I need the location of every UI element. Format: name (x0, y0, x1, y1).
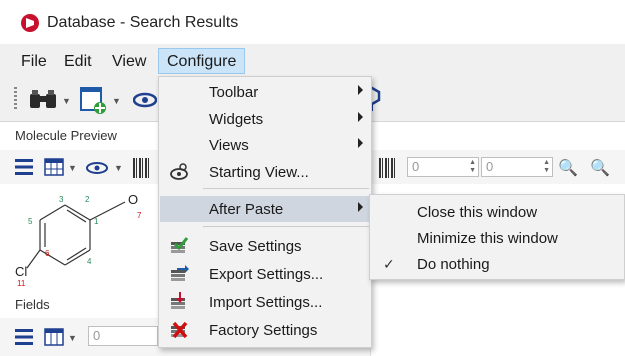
menu-item-import-settings[interactable]: Import Settings... (160, 289, 370, 315)
after-paste-submenu: Close this window Minimize this window ✓… (369, 194, 625, 280)
chevron-right-icon (358, 138, 363, 148)
save-settings-icon (171, 237, 189, 253)
zoom-disabled-icon: 🔍 (590, 160, 610, 177)
menu-view[interactable]: View (112, 53, 146, 71)
menu-file[interactable]: File (21, 53, 47, 71)
submenu-item-do-nothing[interactable]: ✓ Do nothing (371, 251, 623, 277)
menu-item-save-settings[interactable]: Save Settings (160, 233, 370, 259)
menu-item-export-settings[interactable]: Export Settings... (160, 261, 370, 287)
oxygen-atom-label: O (128, 192, 138, 207)
table-grid-icon[interactable] (44, 158, 64, 176)
table-grid-icon[interactable] (44, 328, 64, 346)
chevron-down-icon[interactable]: ▼ (114, 163, 123, 173)
factory-settings-icon (171, 321, 188, 339)
menu-item-widgets[interactable]: Widgets (160, 106, 370, 132)
menu-item-views[interactable]: Views (160, 132, 370, 158)
atom-index: 2 (85, 195, 90, 204)
window-title: Database - Search Results (47, 14, 239, 31)
chevron-right-icon (358, 85, 363, 95)
menu-item-factory-settings[interactable]: Factory Settings (160, 317, 370, 343)
menu-edit[interactable]: Edit (64, 53, 92, 71)
atom-index: 7 (137, 211, 142, 220)
checkmark-icon: ✓ (383, 256, 395, 272)
menu-configure[interactable]: Configure (158, 48, 246, 74)
atom-index: 4 (87, 257, 92, 266)
view-eye-icon[interactable] (133, 90, 157, 110)
toolbar-grip-handle[interactable] (14, 87, 17, 111)
fields-label: Fields (15, 297, 50, 312)
spin-input[interactable]: 0 ▲ ▼ (481, 157, 553, 177)
chevron-down-icon[interactable]: ▼ (62, 96, 71, 106)
spin-arrows-icon: ▲ ▼ (543, 159, 550, 174)
menu-item-after-paste[interactable]: After Paste (160, 196, 370, 222)
molecule-preview-label: Molecule Preview (15, 128, 117, 143)
eye-icon[interactable] (86, 161, 108, 175)
atom-index: 11 (17, 279, 26, 288)
new-record-icon[interactable] (80, 86, 106, 114)
chevron-down-icon[interactable]: ▼ (68, 163, 77, 173)
atom-index: 1 (94, 217, 99, 226)
menu-hamburger-icon[interactable] (15, 329, 33, 345)
chlorine-atom-label: Cl (15, 264, 27, 279)
menu-item-starting-view[interactable]: Starting View... (160, 159, 370, 185)
spin-input[interactable]: 0 ▲ ▼ (407, 157, 479, 177)
atom-index: 6 (45, 249, 50, 258)
app-logo-icon (21, 14, 39, 32)
import-settings-icon (171, 292, 185, 309)
menu-separator (203, 226, 369, 227)
atom-index: 5 (28, 217, 33, 226)
search-disabled-icon: 🔍 (558, 160, 578, 177)
barcode-icon[interactable] (133, 158, 149, 178)
plot-canvas (370, 288, 625, 356)
submenu-item-close-window[interactable]: Close this window (371, 199, 623, 225)
spin-arrows-icon: ▲ ▼ (469, 159, 476, 174)
menu-separator (203, 188, 369, 189)
chevron-down-icon[interactable]: ▼ (68, 333, 77, 343)
title-bar: Database - Search Results (0, 0, 625, 44)
atom-index: 3 (59, 195, 64, 204)
molecule-structure-drawing: O 7 Cl 11 1 2 3 4 5 6 (15, 192, 142, 288)
chevron-right-icon (358, 112, 363, 122)
menu-bar: File Edit View Configure (0, 44, 625, 78)
menu-hamburger-icon[interactable] (15, 159, 33, 175)
export-settings-icon (171, 265, 189, 281)
menu-item-toolbar[interactable]: Toolbar (160, 79, 370, 105)
starting-view-icon (170, 163, 188, 180)
configure-menu: Toolbar Widgets Views Starting View... A… (158, 76, 372, 348)
search-binoculars-icon[interactable] (28, 88, 58, 110)
chevron-down-icon[interactable]: ▼ (112, 96, 121, 106)
barcode-icon[interactable] (379, 158, 395, 178)
submenu-item-minimize-window[interactable]: Minimize this window (371, 225, 623, 251)
spin-input[interactable]: 0 (88, 326, 158, 346)
chevron-right-icon (358, 202, 363, 212)
